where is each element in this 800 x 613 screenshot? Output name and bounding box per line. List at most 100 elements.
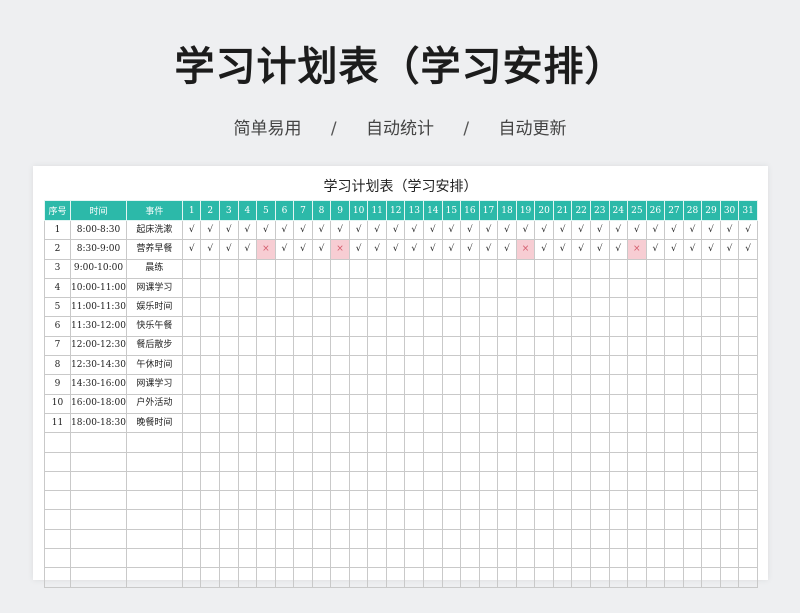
empty-cell[interactable]	[589, 432, 610, 453]
empty-cell[interactable]	[237, 567, 258, 588]
day-cell[interactable]	[608, 412, 629, 434]
day-cell-check[interactable]: √	[608, 239, 629, 260]
day-cell[interactable]	[348, 258, 369, 279]
day-cell-check[interactable]: √	[367, 219, 387, 241]
day-cell[interactable]	[181, 412, 202, 434]
day-cell[interactable]	[423, 277, 443, 299]
day-cell[interactable]	[682, 277, 703, 299]
day-cell[interactable]	[460, 374, 480, 395]
empty-cell[interactable]	[44, 528, 71, 550]
day-cell[interactable]	[256, 297, 276, 318]
empty-cell[interactable]	[367, 490, 387, 511]
day-cell[interactable]	[367, 258, 387, 279]
day-cell[interactable]	[497, 374, 517, 395]
day-cell[interactable]	[515, 374, 536, 395]
empty-cell[interactable]	[589, 548, 610, 569]
day-cell[interactable]	[237, 297, 258, 318]
day-cell[interactable]	[682, 316, 703, 337]
day-cell-check[interactable]: √	[200, 239, 221, 260]
empty-cell[interactable]	[460, 432, 480, 453]
day-cell-check[interactable]: √	[441, 239, 462, 260]
day-cell[interactable]	[330, 335, 350, 357]
row-event-cell[interactable]: 晨练	[125, 258, 183, 279]
day-cell[interactable]	[348, 393, 369, 414]
empty-cell[interactable]	[311, 490, 332, 511]
empty-cell[interactable]	[330, 470, 350, 492]
row-event-cell[interactable]: 户外活动	[125, 393, 183, 414]
day-cell[interactable]	[534, 355, 554, 376]
day-cell-check[interactable]: √	[701, 239, 721, 260]
empty-cell[interactable]	[478, 567, 499, 588]
empty-cell[interactable]	[330, 509, 350, 530]
day-cell[interactable]	[385, 412, 406, 434]
empty-cell[interactable]	[404, 567, 425, 588]
row-event-cell[interactable]: 网课学习	[125, 277, 183, 299]
day-cell[interactable]	[738, 277, 758, 299]
day-cell-check[interactable]: √	[237, 239, 258, 260]
empty-cell[interactable]	[627, 528, 647, 550]
empty-cell[interactable]	[348, 432, 369, 453]
row-time-cell[interactable]: 9:00-10:00	[70, 258, 127, 279]
empty-cell[interactable]	[367, 432, 387, 453]
day-cell[interactable]	[497, 335, 517, 357]
day-cell[interactable]	[589, 277, 610, 299]
empty-cell[interactable]	[423, 470, 443, 492]
day-cell[interactable]	[274, 297, 295, 318]
empty-cell[interactable]	[293, 470, 313, 492]
empty-cell[interactable]	[627, 567, 647, 588]
day-cell[interactable]	[478, 355, 499, 376]
day-cell[interactable]	[293, 297, 313, 318]
day-cell[interactable]	[423, 393, 443, 414]
empty-cell[interactable]	[125, 567, 183, 588]
empty-cell[interactable]	[534, 528, 554, 550]
day-cell-check[interactable]: √	[293, 239, 313, 260]
empty-cell[interactable]	[404, 432, 425, 453]
day-cell[interactable]	[219, 258, 239, 279]
day-cell-cross[interactable]: ×	[515, 239, 536, 260]
day-cell[interactable]	[237, 393, 258, 414]
day-cell[interactable]	[552, 277, 573, 299]
empty-cell[interactable]	[571, 509, 591, 530]
empty-cell[interactable]	[70, 490, 127, 511]
empty-cell[interactable]	[385, 470, 406, 492]
empty-cell[interactable]	[719, 470, 740, 492]
empty-cell[interactable]	[534, 470, 554, 492]
day-cell[interactable]	[367, 412, 387, 434]
empty-cell[interactable]	[534, 548, 554, 569]
day-cell[interactable]	[664, 297, 684, 318]
day-cell[interactable]	[385, 355, 406, 376]
empty-cell[interactable]	[311, 451, 332, 472]
empty-cell[interactable]	[330, 567, 350, 588]
day-cell-check[interactable]: √	[645, 239, 666, 260]
empty-cell[interactable]	[237, 490, 258, 511]
day-cell[interactable]	[682, 297, 703, 318]
day-cell-check[interactable]: √	[571, 239, 591, 260]
empty-cell[interactable]	[367, 567, 387, 588]
empty-cell[interactable]	[497, 567, 517, 588]
empty-cell[interactable]	[200, 528, 221, 550]
day-cell[interactable]	[608, 393, 629, 414]
empty-cell[interactable]	[274, 548, 295, 569]
empty-cell[interactable]	[682, 548, 703, 569]
day-cell[interactable]	[664, 355, 684, 376]
day-cell[interactable]	[404, 374, 425, 395]
day-cell-check[interactable]: √	[497, 239, 517, 260]
day-cell[interactable]	[423, 297, 443, 318]
day-cell[interactable]	[256, 258, 276, 279]
day-cell-check[interactable]: √	[367, 239, 387, 260]
empty-cell[interactable]	[70, 470, 127, 492]
empty-cell[interactable]	[293, 528, 313, 550]
day-cell[interactable]	[515, 277, 536, 299]
day-cell[interactable]	[441, 355, 462, 376]
empty-cell[interactable]	[44, 432, 71, 453]
empty-cell[interactable]	[738, 567, 758, 588]
day-cell[interactable]	[293, 258, 313, 279]
empty-cell[interactable]	[367, 528, 387, 550]
empty-cell[interactable]	[608, 490, 629, 511]
day-cell[interactable]	[293, 374, 313, 395]
day-cell[interactable]	[534, 316, 554, 337]
day-cell[interactable]	[460, 335, 480, 357]
day-cell[interactable]	[608, 374, 629, 395]
empty-cell[interactable]	[478, 548, 499, 569]
empty-cell[interactable]	[348, 528, 369, 550]
